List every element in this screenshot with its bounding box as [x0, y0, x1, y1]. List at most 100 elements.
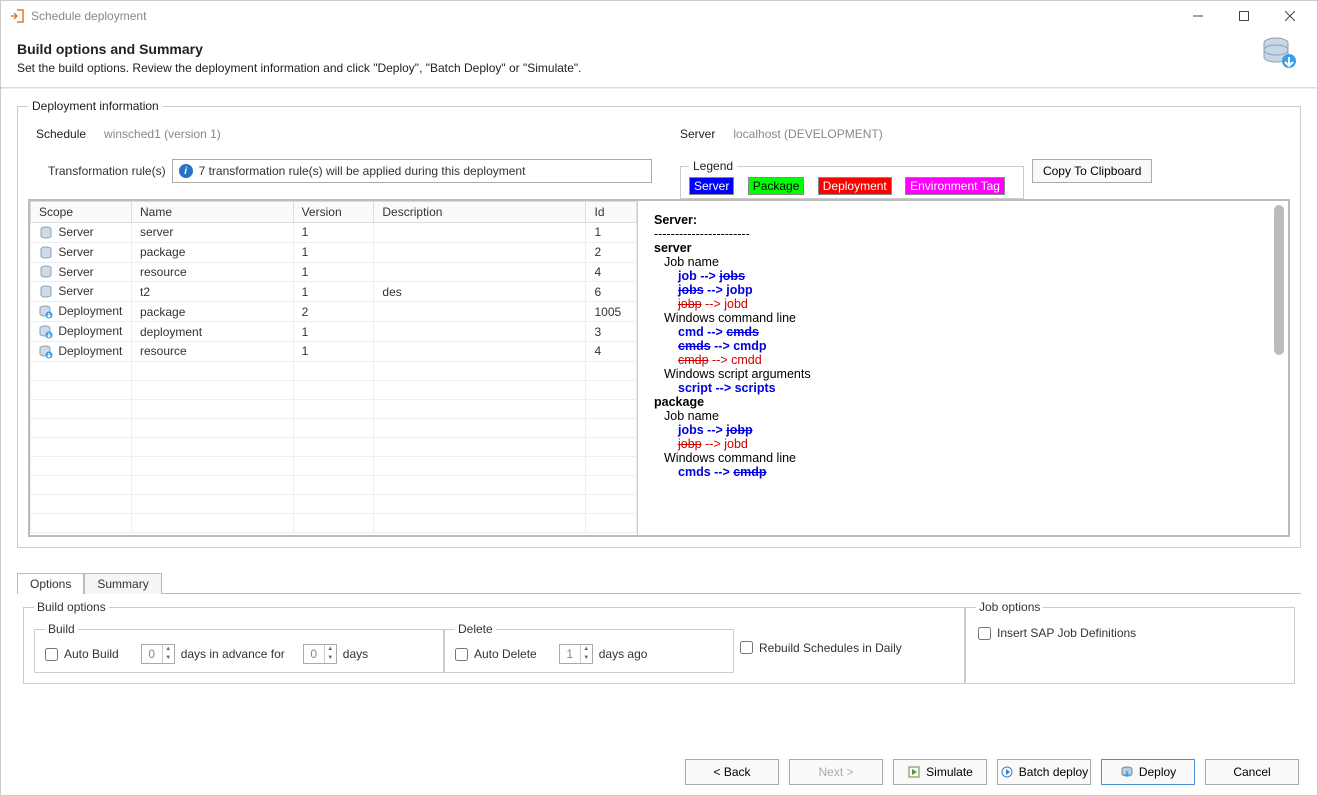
insert-sap-checkbox[interactable]: [978, 627, 991, 640]
server-icon: [39, 246, 53, 260]
page-subtitle: Set the build options. Review the deploy…: [17, 61, 1301, 75]
rule-text: jobp: [678, 437, 702, 451]
detail-pane[interactable]: Server: ----------------------- server J…: [638, 201, 1288, 535]
days-advance-spinner[interactable]: 0▲▼: [141, 644, 175, 664]
rule-text: jobs: [678, 423, 704, 437]
window-title: Schedule deployment: [31, 9, 146, 23]
copy-clipboard-button[interactable]: Copy To Clipboard: [1032, 159, 1153, 183]
table-row[interactable]: Deploymentresource14: [31, 341, 637, 361]
simulate-icon: [907, 765, 921, 779]
bottom-tabs: Options Summary Build options Build Auto…: [17, 572, 1301, 690]
server-icon: [39, 265, 53, 279]
detail-server-head: Server:: [654, 213, 697, 227]
table-row[interactable]: Deploymentdeployment13: [31, 322, 637, 342]
back-button[interactable]: < Back: [685, 759, 779, 785]
detail-separator: -----------------------: [654, 227, 1272, 241]
titlebar: Schedule deployment: [1, 1, 1317, 31]
table-row-empty: [31, 399, 637, 418]
table-header-row: Scope Name Version Description Id: [31, 202, 637, 223]
window-controls: [1175, 1, 1313, 31]
server-icon: [39, 285, 53, 299]
rebuild-label: Rebuild Schedules in Daily: [759, 641, 902, 655]
close-button[interactable]: [1267, 1, 1313, 31]
days-ago-spinner[interactable]: 1▲▼: [559, 644, 593, 664]
tab-strip: Options Summary: [17, 572, 1301, 594]
batch-icon: [1000, 765, 1014, 779]
table-row-empty: [31, 494, 637, 513]
rules-text: 7 transformation rule(s) will be applied…: [199, 164, 526, 178]
rebuild-checkbox[interactable]: [740, 641, 753, 654]
table-row[interactable]: Serverresource14: [31, 262, 637, 282]
tab-summary[interactable]: Summary: [84, 573, 161, 594]
build-subgroup: Build Auto Build 0▲▼ days in advance for…: [34, 622, 444, 673]
legend-chip-package: Package: [748, 177, 805, 195]
legend-chip-envtag: Environment Tag: [905, 177, 1005, 195]
build-options-group: Build options Build Auto Build 0▲▼ days …: [23, 600, 965, 684]
rule-text: jobp: [678, 297, 702, 311]
tab-options[interactable]: Options: [17, 573, 84, 594]
col-version[interactable]: Version: [293, 202, 374, 223]
rule-text: cmd: [678, 325, 704, 339]
col-description[interactable]: Description: [374, 202, 586, 223]
rules-table[interactable]: Scope Name Version Description Id Server…: [30, 201, 637, 533]
simulate-button[interactable]: Simulate: [893, 759, 987, 785]
table-row[interactable]: Serverpackage12: [31, 242, 637, 262]
rule-text: cmds: [678, 465, 711, 479]
detail-jobname-1: Job name: [654, 255, 1272, 269]
table-row-empty: [31, 456, 637, 475]
detail-jobname-2: Job name: [654, 409, 1272, 423]
auto-build-checkbox[interactable]: [45, 648, 58, 661]
table-row[interactable]: Serverserver11: [31, 223, 637, 243]
legend-chip-server: Server: [689, 177, 734, 195]
table-row-empty: [31, 361, 637, 380]
rule-text: job: [678, 269, 697, 283]
dual-pane: Scope Name Version Description Id Server…: [28, 199, 1290, 537]
rule-text: script --> scripts: [678, 381, 776, 395]
deployment-info-legend: Deployment information: [28, 99, 163, 113]
wizard-header: Build options and Summary Set the build …: [1, 31, 1317, 87]
insert-sap-label: Insert SAP Job Definitions: [997, 626, 1136, 640]
auto-delete-checkbox[interactable]: [455, 648, 468, 661]
rule-text: cmds: [678, 339, 711, 353]
table-row-empty: [31, 418, 637, 437]
col-name[interactable]: Name: [132, 202, 294, 223]
delete-subgroup: Delete Auto Delete 1▲▼ days ago: [444, 622, 734, 673]
deployment-icon: [39, 325, 53, 339]
legend-title: Legend: [689, 159, 737, 173]
detail-sub-package: package: [654, 395, 704, 409]
days-spinner[interactable]: 0▲▼: [303, 644, 337, 664]
next-button: Next >: [789, 759, 883, 785]
table-row-empty: [31, 437, 637, 456]
deployment-info-group: Deployment information Schedule winsched…: [17, 99, 1301, 548]
table-row[interactable]: Deploymentpackage21005: [31, 302, 637, 322]
rules-label: Transformation rule(s): [48, 164, 166, 178]
scrollbar-thumb[interactable]: [1274, 205, 1284, 355]
table-row-empty: [31, 475, 637, 494]
detail-wincmd-1: Windows command line: [654, 311, 1272, 325]
table-row-empty: [31, 513, 637, 532]
batch-deploy-button[interactable]: Batch deploy: [997, 759, 1091, 785]
info-icon: i: [179, 164, 193, 178]
rule-text: cmdp: [678, 353, 709, 367]
delete-legend: Delete: [455, 622, 496, 636]
schedule-label: Schedule: [36, 127, 86, 141]
schedule-value: winsched1 (version 1): [104, 127, 221, 141]
page-title: Build options and Summary: [17, 41, 1301, 57]
minimize-button[interactable]: [1175, 1, 1221, 31]
legend-chip-deployment: Deployment: [818, 177, 892, 195]
auto-build-label: Auto Build: [64, 647, 119, 661]
col-scope[interactable]: Scope: [31, 202, 132, 223]
maximize-button[interactable]: [1221, 1, 1267, 31]
col-id[interactable]: Id: [586, 202, 637, 223]
deploy-button[interactable]: Deploy: [1101, 759, 1195, 785]
wizard-footer: < Back Next > Simulate Batch deploy Depl…: [1, 749, 1317, 795]
cancel-button[interactable]: Cancel: [1205, 759, 1299, 785]
app-icon: [9, 8, 25, 24]
server-icon: [39, 226, 53, 240]
deployment-icon: [39, 305, 53, 319]
build-legend: Build: [45, 622, 78, 636]
days-label: days: [343, 647, 368, 661]
legend-group: Legend Server Package Deployment Environ…: [680, 159, 1024, 199]
table-row[interactable]: Servert21des6: [31, 282, 637, 302]
job-options-legend: Job options: [976, 600, 1043, 614]
